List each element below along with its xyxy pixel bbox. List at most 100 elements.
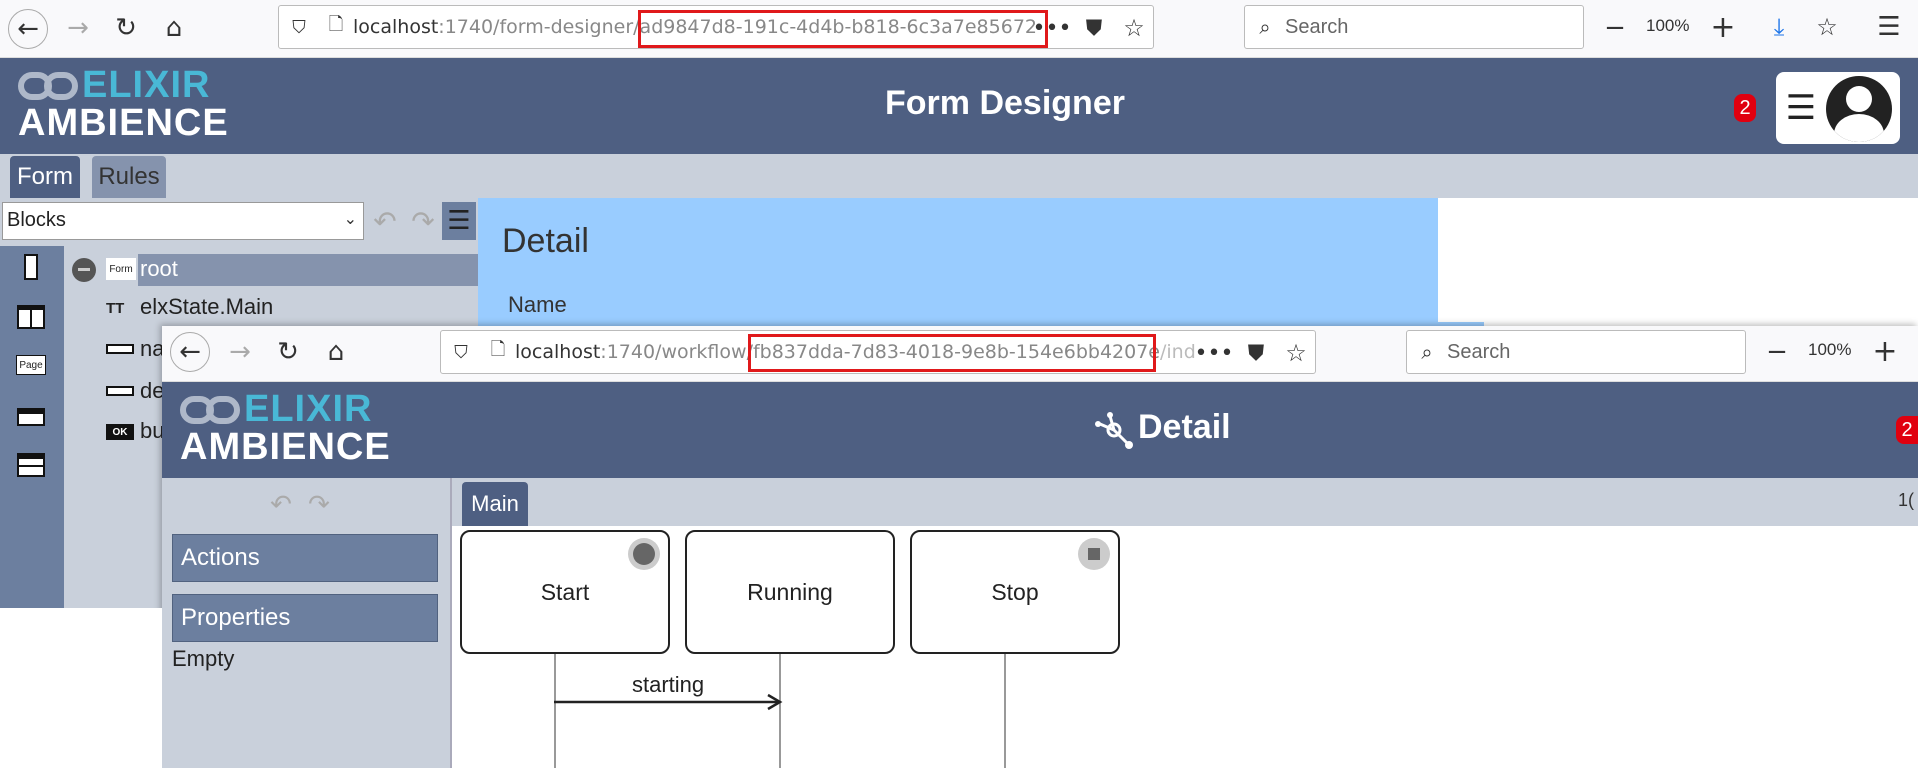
tree-item-label[interactable]: elxState.Main	[140, 294, 273, 320]
state-stop-label: Stop	[991, 578, 1039, 605]
detail-preview: Detail Name	[478, 198, 1438, 326]
state-running-label: Running	[747, 578, 833, 605]
actions-label: Actions	[181, 544, 260, 571]
logo-icon	[18, 72, 80, 102]
tab-main-label: Main	[471, 491, 519, 516]
search-placeholder: Search	[1447, 340, 1511, 363]
logo-bottom-text: AMBIENCE	[180, 426, 391, 468]
form-tag-icon: Form	[106, 258, 136, 280]
properties-section[interactable]: Properties	[172, 594, 438, 642]
menu-icon[interactable]: ☰	[1874, 10, 1904, 44]
button-block-icon: OK	[106, 424, 134, 440]
tab-form-label: Form	[17, 163, 73, 190]
zoom-in-icon[interactable]: +	[1708, 10, 1738, 45]
logo-top-text: ELIXIR	[244, 388, 373, 430]
tab-form[interactable]: Form	[10, 156, 80, 198]
zoom-out-icon[interactable]: −	[1600, 12, 1630, 44]
notification-badge[interactable]: 2	[1734, 94, 1756, 122]
tab-strip: Form Rules	[0, 154, 1918, 198]
forward-icon[interactable]: →	[60, 10, 96, 46]
bookmark-star-icon[interactable]: ☆	[1281, 331, 1311, 375]
tab-rules-label: Rules	[98, 163, 160, 190]
tab-main[interactable]: Main	[462, 482, 528, 526]
tree-item-label[interactable]: na	[140, 336, 164, 362]
logo-icon	[180, 396, 242, 426]
bookmark-star-icon[interactable]: ☆	[1119, 6, 1149, 50]
logo-bottom-text: AMBIENCE	[18, 102, 229, 144]
input-block-icon	[106, 344, 134, 354]
blocks-select[interactable]: Blocks ⌄	[2, 202, 364, 240]
workflow-sidebar: ↶ ↷ Actions Properties Empty	[162, 478, 450, 768]
undo-icon[interactable]: ↶	[266, 490, 296, 520]
name-field-label: Name	[508, 292, 567, 317]
shield-icon: ⛉	[292, 16, 306, 38]
panel-block-icon[interactable]	[16, 450, 46, 480]
reload-icon[interactable]: ↻	[108, 10, 144, 46]
collapse-icon[interactable]	[72, 258, 96, 282]
bookmarks-icon[interactable]: ☆	[1812, 10, 1842, 44]
header-block-icon[interactable]	[16, 402, 46, 432]
notification-badge[interactable]: 2	[1896, 416, 1918, 444]
url-highlight-box	[748, 334, 1156, 372]
panel-menu-icon[interactable]: ☰	[442, 202, 476, 240]
search-icon: ⌕	[1421, 340, 1433, 364]
blocks-select-value: Blocks	[7, 209, 66, 231]
undo-icon[interactable]: ↶	[370, 204, 400, 238]
zoom-in-icon[interactable]: +	[1870, 334, 1900, 369]
workflow-window: ← → ↻ ⌂ ⛉ 🗋 localhost:1740/workflow/fb83…	[162, 326, 1918, 768]
chevron-down-icon: ⌄	[343, 209, 357, 228]
input-block-icon	[106, 386, 134, 396]
reload-icon[interactable]: ↻	[270, 334, 306, 370]
properties-value: Empty	[172, 646, 235, 671]
state-stop[interactable]: Stop	[910, 530, 1120, 654]
zoom-level[interactable]: 100%	[1646, 16, 1689, 36]
tab-rules[interactable]: Rules	[92, 156, 166, 198]
more-icon[interactable]: •••	[1195, 331, 1234, 375]
page-icon: 🗋	[328, 14, 344, 35]
app-header: ELIXIR AMBIENCE Form Designer 2 ☰	[0, 58, 1918, 154]
zoom-level[interactable]: 100%	[1808, 340, 1851, 360]
tree-root-row[interactable]	[138, 254, 478, 286]
actions-section[interactable]: Actions	[172, 534, 438, 582]
transition-arrow[interactable]	[552, 692, 784, 712]
search-box[interactable]: ⌕ Search	[1406, 330, 1746, 374]
tree-item-label[interactable]: bu	[140, 418, 164, 444]
browser-toolbar: ← → ↻ ⌂ ⛉ 🗋 localhost:1740/workflow/fb83…	[162, 326, 1918, 382]
redo-icon[interactable]: ↷	[304, 490, 334, 520]
pocket-icon[interactable]: ⛊	[1079, 6, 1109, 50]
home-icon[interactable]: ⌂	[156, 10, 192, 46]
hamburger-icon[interactable]: ☰	[1786, 88, 1816, 128]
page-block-icon[interactable]: Page	[14, 350, 48, 380]
workflow-canvas: Start Running Stop starting	[452, 526, 1918, 768]
browser-toolbar: ← → ↻ ⌂ ⛉ 🗋 localhost:1740/form-designer…	[0, 0, 1918, 58]
mobile-block-icon[interactable]	[16, 252, 46, 282]
workflow-icon	[1092, 410, 1136, 450]
avatar[interactable]	[1826, 76, 1892, 142]
redo-icon[interactable]: ↷	[408, 204, 438, 238]
tree-item-label[interactable]: de	[140, 378, 164, 404]
workflow-tab-strip: Main 1(	[452, 478, 1918, 526]
logo-top-text: ELIXIR	[82, 64, 211, 106]
forward-icon[interactable]: →	[222, 334, 258, 370]
state-running[interactable]: Running	[685, 530, 895, 654]
shield-icon: ⛉	[454, 341, 468, 363]
url-highlight-box	[638, 10, 1048, 48]
properties-label: Properties	[181, 604, 291, 631]
user-menu[interactable]: ☰	[1776, 72, 1900, 144]
page-title: Detail	[1138, 408, 1231, 446]
text-block-icon: TT	[106, 299, 125, 317]
back-icon[interactable]: ←	[8, 9, 48, 49]
search-icon: ⌕	[1259, 15, 1271, 39]
pocket-icon[interactable]: ⛊	[1241, 331, 1271, 375]
zoom-out-icon[interactable]: −	[1762, 336, 1792, 368]
back-icon[interactable]: ←	[170, 332, 210, 372]
download-icon[interactable]: ⤓	[1764, 10, 1794, 44]
home-icon[interactable]: ⌂	[318, 334, 354, 370]
background-remnant	[0, 608, 162, 768]
search-box[interactable]: ⌕ Search	[1244, 5, 1584, 49]
state-start[interactable]: Start	[460, 530, 670, 654]
tree-root-label: root	[140, 256, 178, 281]
palette: Page	[0, 246, 64, 608]
detail-title: Detail	[502, 222, 589, 260]
two-column-icon[interactable]	[16, 302, 46, 332]
